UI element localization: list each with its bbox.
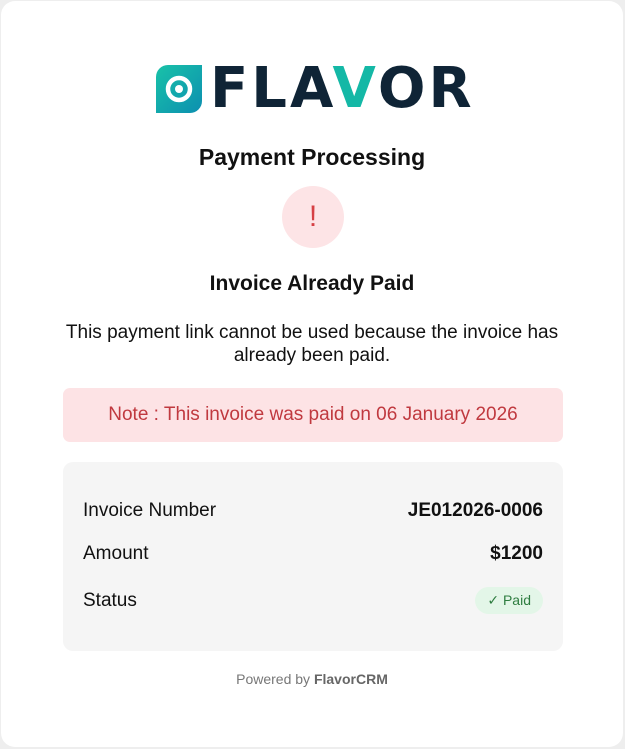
paid-note-banner: Note : This invoice was paid on 06 Janua…: [63, 388, 563, 442]
payment-card: FLAVOR Payment Processing ! Invoice Alre…: [1, 1, 623, 747]
exclamation-glyph: !: [308, 200, 318, 233]
flavor-logo-icon: [156, 65, 202, 113]
status-label: Status: [83, 589, 137, 611]
exclamation-icon: !: [282, 186, 344, 248]
status-message: This payment link cannot be used because…: [65, 322, 559, 366]
amount-label: Amount: [83, 543, 149, 564]
powered-by-footer: Powered by FlavorCRM: [1, 671, 623, 687]
status-row: Status ✓ Paid: [83, 587, 543, 614]
status-badge-text: Paid: [502, 592, 531, 608]
footer-brand: FlavorCRM: [313, 671, 388, 687]
status-heading: Invoice Already Paid: [209, 272, 415, 295]
invoice-number-value: JE012026-0006: [407, 500, 543, 521]
amount-row: Amount $1200: [83, 543, 543, 565]
powered-by-text: Powered by: [236, 671, 311, 687]
flavor-logo: FLAVOR: [156, 56, 475, 121]
amount-value: $1200: [490, 543, 543, 564]
logo-wordmark: FLAVOR: [210, 56, 475, 121]
invoice-details-panel: Invoice Number JE012026-0006 Amount $120…: [63, 462, 563, 651]
check-icon: ✓: [487, 592, 500, 608]
status-badge: ✓ Paid: [475, 587, 543, 614]
paid-note-text: Note : This invoice was paid on 06 Janua…: [108, 404, 518, 425]
page-title: Payment Processing: [198, 144, 426, 170]
invoice-number-label: Invoice Number: [83, 500, 217, 521]
invoice-number-row: Invoice Number JE012026-0006: [83, 500, 543, 522]
